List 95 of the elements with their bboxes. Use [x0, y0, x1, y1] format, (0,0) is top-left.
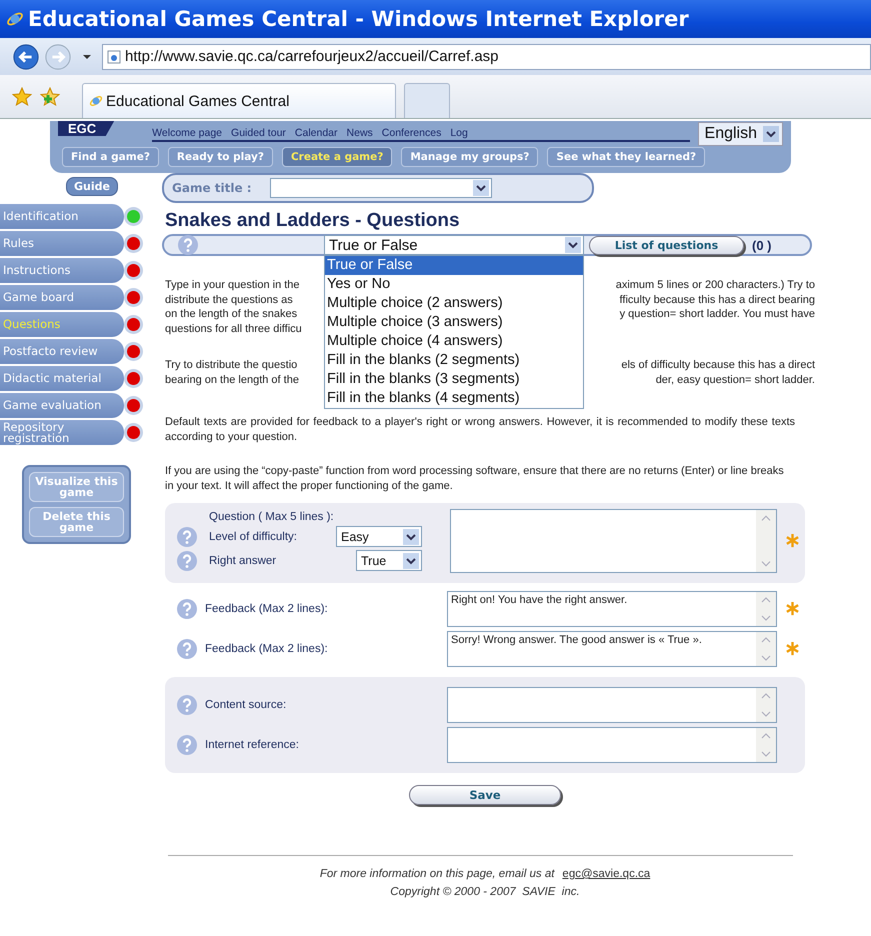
dropdown-option[interactable]: Multiple choice (2 answers): [325, 294, 583, 313]
paragraph-text: If you are using the “copy-paste” function from word processing software, ensure that there are no returns (Enter) or line breaks in your text. It will affect the proper functioning of the game.: [165, 464, 785, 493]
footer-text: For more information on this page, email us at: [320, 868, 554, 880]
chevron-down-icon: [763, 126, 779, 142]
back-icon[interactable]: [12, 42, 40, 70]
paragraph-text: questions for all three difficu: [165, 322, 303, 336]
help-icon[interactable]: [178, 235, 198, 255]
paragraph-text: Default texts are provided for feedback to a player's right or wrong answers. However, it is recommended to modify these texts according to your question.: [165, 415, 795, 444]
chevron-down-icon: [403, 552, 419, 568]
copyright-text: Copyright © 2000 - 2007 SAVIE inc.: [389, 886, 581, 898]
browser-logo-icon: [6, 10, 24, 28]
scrollbar[interactable]: [756, 632, 776, 666]
sidebar-item[interactable]: Game board: [0, 285, 124, 310]
help-icon[interactable]: [177, 695, 197, 715]
dropdown-option[interactable]: Multiple choice (4 answers): [325, 332, 583, 351]
sidebar-item[interactable]: Rules: [0, 231, 124, 256]
difficulty-dropdown[interactable]: Easy: [336, 526, 422, 547]
nav-tab[interactable]: Ready to play?: [168, 147, 273, 167]
scrollbar[interactable]: [756, 728, 776, 762]
feedback-text-area[interactable]: Sorry! Wrong answer. The good answer is « True ».: [447, 631, 777, 667]
paragraph-text: els of difficulty because this has a direct: [620, 358, 815, 372]
paragraph-text: fficulty because this has a direct bearing: [618, 292, 815, 307]
paragraph-text: der, easy question= short ladder.: [654, 372, 815, 387]
help-icon[interactable]: [177, 599, 197, 619]
paragraph-text: y question= short ladder. You must have: [618, 307, 815, 322]
nav-link[interactable]: Calendar: [294, 126, 338, 138]
caret-icon[interactable]: [82, 54, 92, 60]
window-title: Educational Games Central - Windows Internet Explorer: [28, 7, 689, 31]
nav-tab[interactable]: Create a game?: [282, 147, 392, 167]
page-icon: [107, 50, 121, 64]
field-label: Right answer: [209, 554, 278, 566]
paragraph-text: Try to distribute the questio: [165, 358, 298, 372]
field-label: Content source:: [205, 699, 288, 711]
save-button[interactable]: Save: [409, 785, 561, 805]
star-plus-icon[interactable]: [40, 86, 60, 106]
nav-link[interactable]: Conferences: [382, 126, 442, 138]
scrollbar[interactable]: [756, 592, 776, 626]
address-field[interactable]: http://www.savie.qc.ca/carrefourjeux2/accueil/Carref.asp: [102, 44, 871, 70]
star-icon[interactable]: [12, 86, 32, 106]
site-logo: EGC: [58, 121, 114, 136]
field-label: Feedback (Max 2 lines):: [205, 603, 329, 615]
page-icon: [89, 94, 103, 108]
chevron-down-icon: [565, 237, 581, 253]
help-icon[interactable]: [177, 639, 197, 659]
language-dropdown[interactable]: English: [698, 122, 783, 146]
game-title-dropdown[interactable]: [270, 178, 492, 198]
browser-tab[interactable]: [404, 83, 450, 118]
nav-link[interactable]: News: [346, 126, 373, 138]
question-text-area[interactable]: [450, 509, 778, 573]
nav-link[interactable]: Log: [450, 126, 468, 138]
browser-tab[interactable]: Educational Games Central: [82, 83, 396, 118]
paragraph-text: on the length of the snakes: [165, 307, 298, 322]
chevron-down-icon: [472, 180, 489, 196]
chevron-down-icon: [403, 528, 419, 544]
dropdown-option[interactable]: Fill in the blanks (2 segments): [325, 351, 583, 370]
paragraph-text: aximum 5 lines or 200 characters.) Try to: [614, 278, 815, 292]
question-count: (0 ): [752, 238, 772, 252]
nav-link[interactable]: Welcome page: [152, 126, 222, 138]
nav-tab[interactable]: Manage my groups?: [401, 147, 538, 167]
sidebar-item[interactable]: Game evaluation: [0, 393, 124, 418]
scrollbar[interactable]: [756, 510, 776, 572]
sidebar-item[interactable]: Postfacto review: [0, 339, 124, 364]
help-icon[interactable]: [177, 550, 197, 570]
dropdown-option[interactable]: Yes or No: [325, 275, 583, 294]
dropdown-option[interactable]: Fill in the blanks (4 segments): [325, 389, 583, 408]
text-area[interactable]: [447, 687, 777, 723]
paragraph-text: Type in your question in the: [165, 278, 301, 292]
email-link[interactable]: egc@savie.qc.ca: [562, 868, 650, 880]
question-type-dropdown[interactable]: True or False: [324, 235, 584, 255]
sidebar-item[interactable]: Identification: [0, 204, 124, 229]
paragraph-text: distribute the questions as: [165, 292, 294, 307]
list-of-questions-button[interactable]: List of questions: [589, 236, 744, 254]
nav-tab[interactable]: See what they learned?: [547, 147, 706, 167]
field-label: Feedback (Max 2 lines):: [205, 643, 329, 655]
field-label: Internet reference:: [205, 739, 300, 751]
feedback-text-area[interactable]: Right on! You have the right answer.: [447, 591, 777, 627]
dropdown-option[interactable]: Fill in the blanks (3 segments): [325, 370, 583, 389]
dropdown-option[interactable]: Multiple choice (3 answers): [325, 313, 583, 332]
sidebar-item[interactable]: Repository registration: [0, 420, 124, 445]
field-label: Question ( Max 5 lines ):: [209, 511, 335, 523]
field-label: Level of difficulty:: [209, 530, 298, 542]
nav-link[interactable]: Guided tour: [231, 126, 286, 138]
paragraph-text: bearing on the length of the: [165, 372, 300, 387]
sidebar-item[interactable]: Instructions: [0, 258, 124, 283]
help-icon[interactable]: [177, 526, 197, 546]
nav-tab[interactable]: Find a game?: [62, 147, 159, 167]
guide-button[interactable]: Guide: [66, 177, 118, 196]
page-heading: Snakes and Ladders - Questions: [165, 210, 461, 232]
dropdown-option[interactable]: True or False: [325, 256, 583, 275]
scrollbar[interactable]: [756, 688, 776, 722]
sidebar-item[interactable]: Didactic material: [0, 366, 124, 391]
game-title-label: Game title :: [172, 181, 252, 195]
text-area[interactable]: [447, 727, 777, 763]
help-icon[interactable]: [177, 735, 197, 755]
answer-dropdown[interactable]: True: [356, 550, 422, 571]
